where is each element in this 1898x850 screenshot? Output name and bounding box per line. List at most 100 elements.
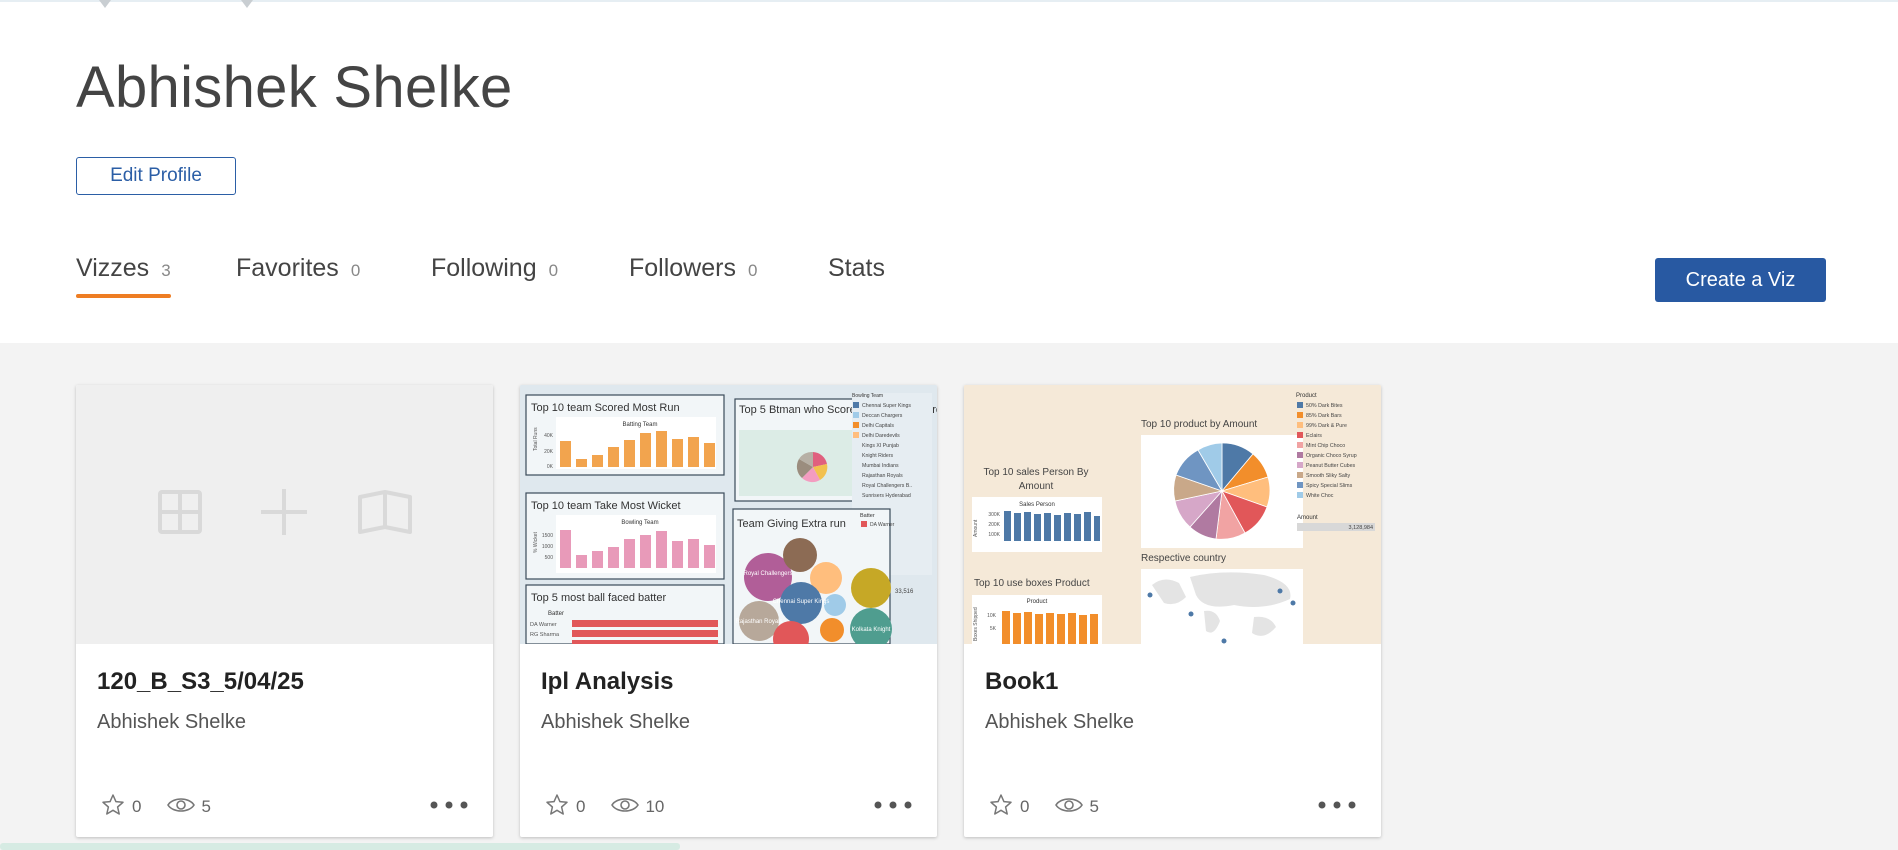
view-count: 5 bbox=[201, 797, 211, 816]
horizontal-scrollbar[interactable] bbox=[0, 843, 680, 850]
tick-label: 300K bbox=[988, 512, 1000, 518]
tick-label: 10K bbox=[987, 613, 997, 619]
tick-label: 5K bbox=[990, 626, 997, 632]
tab-stats[interactable]: Stats bbox=[828, 254, 885, 283]
tick-label: 40K bbox=[544, 433, 554, 439]
axis-label: % Wicket bbox=[533, 532, 539, 553]
svg-text:Royal Challengers: Royal Challengers bbox=[743, 571, 792, 577]
tab-count: 3 bbox=[161, 261, 171, 280]
tab-label: Followers bbox=[629, 254, 736, 282]
panel-title: Top 10 team Scored Most Run bbox=[531, 402, 680, 414]
viz-author[interactable]: Abhishek Shelke bbox=[985, 711, 1134, 734]
svg-text:Deccan Chargers: Deccan Chargers bbox=[862, 413, 903, 419]
category-label: DA Warner bbox=[530, 622, 557, 628]
category-label: RG Sharma bbox=[530, 632, 560, 638]
view-count: 10 bbox=[645, 797, 665, 816]
tick-label: 1500 bbox=[542, 533, 553, 539]
svg-text:Mint Chip Choco: Mint Chip Choco bbox=[1306, 443, 1345, 449]
viz-thumbnail-placeholder[interactable] bbox=[76, 385, 493, 644]
panel-legend: Sales Person bbox=[1019, 502, 1055, 508]
tab-label: Following bbox=[431, 254, 537, 282]
svg-text:Delhi Daredevils: Delhi Daredevils bbox=[862, 433, 900, 439]
eye-icon bbox=[167, 795, 196, 820]
create-viz-button[interactable]: Create a Viz bbox=[1655, 258, 1826, 302]
more-options-icon[interactable] bbox=[429, 797, 469, 815]
star-icon[interactable] bbox=[100, 793, 126, 822]
tick-label: 1000 bbox=[542, 544, 553, 550]
viz-thumbnail[interactable]: Top 10 team Scored Most Run Batting Team… bbox=[520, 385, 937, 644]
legend-title: Amount bbox=[1297, 515, 1318, 521]
tick-label: 20K bbox=[544, 449, 554, 455]
svg-text:Kings XI Punjab: Kings XI Punjab bbox=[862, 443, 899, 449]
legend-title: Product bbox=[1296, 393, 1317, 399]
svg-text:Mumbai Indians: Mumbai Indians bbox=[862, 463, 899, 469]
viz-stats: 0 10 bbox=[544, 793, 690, 822]
tab-followers[interactable]: Followers 0 bbox=[629, 254, 757, 283]
axis-label: Total Runs bbox=[533, 427, 539, 451]
grid-icon bbox=[158, 490, 202, 534]
tab-following[interactable]: Following 0 bbox=[431, 254, 558, 283]
svg-text:Rajasthan Royals: Rajasthan Royals bbox=[862, 473, 903, 479]
svg-text:85% Dark Bars: 85% Dark Bars bbox=[1306, 413, 1342, 419]
panel-title: Respective country bbox=[1141, 553, 1226, 564]
edit-profile-button[interactable]: Edit Profile bbox=[76, 157, 236, 195]
viz-title[interactable]: Ipl Analysis bbox=[541, 668, 674, 696]
svg-text:Eclairs: Eclairs bbox=[1306, 433, 1322, 439]
panel-title: Team Giving Extra run bbox=[737, 518, 846, 530]
axis-label: Amount bbox=[973, 519, 979, 537]
tab-count: 0 bbox=[747, 261, 758, 280]
viz-stats: 0 5 bbox=[988, 793, 1125, 822]
value-label: 33,516 bbox=[895, 589, 914, 595]
bar-series bbox=[1002, 611, 1098, 644]
svg-text:White Choc: White Choc bbox=[1306, 493, 1334, 499]
svg-text:Smooth Sliky Salty: Smooth Sliky Salty bbox=[1306, 473, 1351, 479]
viz-author[interactable]: Abhishek Shelke bbox=[541, 711, 690, 734]
tab-label: Stats bbox=[828, 254, 885, 282]
svg-text:Kolkata Knight: Kolkata Knight bbox=[852, 627, 891, 633]
panel-legend: Batter bbox=[548, 611, 564, 617]
panel-legend: Product bbox=[1027, 599, 1048, 605]
svg-text:Knight Riders: Knight Riders bbox=[862, 453, 894, 459]
menu-caret-icon bbox=[241, 0, 253, 8]
svg-text:Organic Choco Syrup: Organic Choco Syrup bbox=[1306, 453, 1357, 459]
panel-title: Top 10 use boxes Product bbox=[974, 578, 1090, 589]
tab-vizzes[interactable]: Vizzes 3 bbox=[76, 254, 171, 298]
viz-title[interactable]: Book1 bbox=[985, 668, 1058, 696]
eye-icon bbox=[611, 795, 640, 820]
tick-label: 0K bbox=[547, 464, 554, 470]
view-count: 5 bbox=[1089, 797, 1099, 816]
panel-title: Top 10 team Take Most Wicket bbox=[531, 500, 681, 512]
svg-text:Rajasthan Royals: Rajasthan Royals bbox=[735, 619, 782, 625]
viz-card[interactable]: 120_B_S3_5/04/25 Abhishek Shelke 0 5 bbox=[76, 385, 493, 837]
viz-card[interactable]: Top 10 team Scored Most Run Batting Team… bbox=[520, 385, 937, 837]
tick-label: 500 bbox=[545, 555, 554, 561]
eye-icon bbox=[1055, 795, 1084, 820]
legend-title: Batter bbox=[860, 513, 875, 519]
panel-title: Top 10 product by Amount bbox=[1141, 419, 1257, 430]
star-icon[interactable] bbox=[544, 793, 570, 822]
viz-card[interactable]: Top 10 sales Person By Amount Sales Perso… bbox=[964, 385, 1381, 837]
svg-text:50% Dark Bites: 50% Dark Bites bbox=[1306, 403, 1343, 409]
tick-label: 100K bbox=[988, 532, 1000, 538]
tab-favorites[interactable]: Favorites 0 bbox=[236, 254, 360, 283]
legend-title: Bowling Team bbox=[852, 393, 883, 399]
tab-label: Favorites bbox=[236, 254, 339, 282]
favorite-count: 0 bbox=[132, 797, 142, 816]
menu-caret-icon bbox=[99, 0, 111, 8]
viz-title[interactable]: 120_B_S3_5/04/25 bbox=[97, 668, 304, 696]
book-icon bbox=[358, 490, 412, 534]
star-icon[interactable] bbox=[988, 793, 1014, 822]
legend-item: DA Warner bbox=[870, 522, 895, 528]
value-label: 3,128,984 bbox=[1349, 525, 1373, 531]
tab-label: Vizzes bbox=[76, 254, 150, 282]
more-options-icon[interactable] bbox=[1317, 797, 1357, 815]
viz-thumbnail[interactable]: Top 10 sales Person By Amount Sales Perso… bbox=[964, 385, 1381, 644]
plus-icon bbox=[261, 489, 307, 535]
bar-series bbox=[572, 620, 718, 644]
tab-count: 0 bbox=[350, 261, 361, 280]
viz-author[interactable]: Abhishek Shelke bbox=[97, 711, 246, 734]
more-options-icon[interactable] bbox=[873, 797, 913, 815]
svg-text:Sunrisers Hyderabad: Sunrisers Hyderabad bbox=[862, 493, 911, 499]
svg-text:Chennai Super Kings: Chennai Super Kings bbox=[862, 403, 911, 409]
tab-count: 0 bbox=[548, 261, 559, 280]
